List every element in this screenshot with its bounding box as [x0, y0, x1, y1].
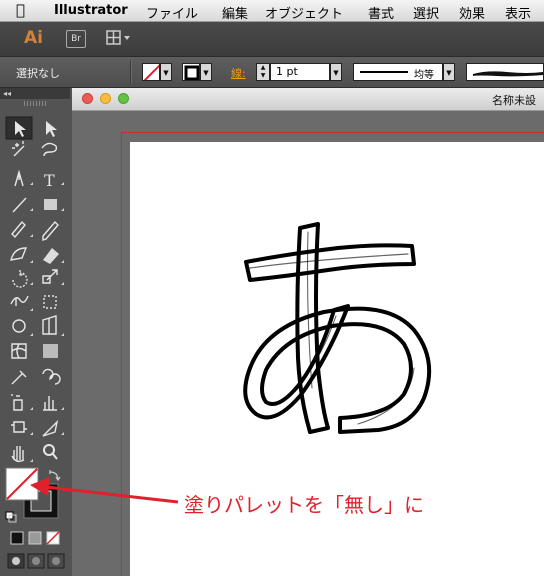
- menu-type[interactable]: 書式: [368, 3, 394, 22]
- annotation-text: 塗りパレットを「無し」に: [184, 493, 424, 517]
- default-fill-stroke-icon[interactable]: [5, 511, 17, 523]
- menu-file[interactable]: ファイル: [146, 3, 198, 22]
- stroke-dropdown-icon[interactable]: ▼: [200, 63, 212, 81]
- pencil-tool-icon[interactable]: [42, 220, 59, 241]
- slice-tool-icon[interactable]: [42, 419, 59, 437]
- menu-view[interactable]: 表示: [505, 3, 531, 22]
- zoom-window-icon[interactable]: [118, 93, 129, 104]
- shape-builder-tool-icon[interactable]: [12, 319, 26, 333]
- fill-stroke-control[interactable]: [5, 467, 59, 519]
- profile-label: 均等: [414, 70, 434, 81]
- menu-object[interactable]: オブジェクト: [265, 3, 343, 22]
- stroke-weight-dropdown-icon[interactable]: ▼: [330, 63, 342, 81]
- illustrator-logo: Ai: [24, 28, 43, 48]
- fill-dropdown-icon[interactable]: ▼: [160, 63, 172, 81]
- swap-fill-stroke-icon[interactable]: [49, 470, 61, 482]
- stroke-weight-stepper-icon[interactable]: ▲ ▼: [256, 63, 270, 81]
- bridge-button[interactable]: Br: [66, 30, 86, 48]
- profile-dropdown-icon[interactable]: ▼: [443, 63, 455, 81]
- paintbrush-tool-icon[interactable]: [11, 220, 26, 239]
- blob-brush-tool-icon[interactable]: [10, 247, 28, 261]
- minimize-window-icon[interactable]: [100, 93, 111, 104]
- stroke-swatch[interactable]: [182, 63, 200, 81]
- apple-menu-icon[interactable]: : [16, 1, 25, 19]
- column-graph-tool-icon[interactable]: [43, 396, 57, 411]
- type-tool-icon[interactable]: T: [44, 171, 55, 190]
- document-titlebar: 名称未設: [72, 88, 544, 111]
- blend-tool-icon[interactable]: [42, 368, 61, 385]
- menu-select[interactable]: 選択: [413, 3, 439, 22]
- rectangle-tool-icon[interactable]: [44, 199, 57, 210]
- perspective-grid-tool-icon[interactable]: [42, 315, 57, 335]
- profile-line-preview: [360, 71, 408, 73]
- pen-tool-icon[interactable]: [14, 169, 24, 187]
- lasso-tool-icon[interactable]: [41, 142, 58, 157]
- mesh-tool-icon[interactable]: [11, 343, 27, 359]
- artboard-bleed-line: [121, 132, 122, 576]
- control-bar: 選択なし ▼ ▼ 線: ▲ ▼ 1 pt ▼ 均等 ▼: [0, 57, 544, 88]
- zoom-tool-icon[interactable]: [43, 444, 58, 460]
- close-window-icon[interactable]: [82, 93, 93, 104]
- menu-edit[interactable]: 編集: [222, 3, 248, 22]
- variable-width-profile[interactable]: 均等: [353, 63, 443, 81]
- artboard-bleed-line: [121, 132, 544, 133]
- stroke-label[interactable]: 線:: [231, 65, 246, 81]
- menu-app-name[interactable]: Illustrator: [54, 3, 128, 18]
- menu-bar:  Illustrator ファイル 編集 オブジェクト 書式 選択 効果 表示: [0, 0, 544, 22]
- line-tool-icon[interactable]: [12, 197, 27, 213]
- artboard-tool-icon[interactable]: [11, 421, 27, 433]
- selection-status: 選択なし: [16, 67, 60, 80]
- scale-tool-icon[interactable]: [42, 269, 58, 284]
- gradient-mode-icon[interactable]: [28, 531, 42, 545]
- color-mode-icon[interactable]: [10, 531, 24, 545]
- magic-wand-tool-icon[interactable]: [12, 141, 25, 157]
- direct-selection-tool-icon[interactable]: [46, 121, 57, 137]
- hand-tool-icon[interactable]: [11, 446, 25, 463]
- fill-swatch[interactable]: [142, 63, 160, 81]
- divider: [130, 61, 132, 83]
- rotate-tool-icon[interactable]: [12, 270, 28, 288]
- application-bar: Ai Br: [0, 22, 544, 57]
- width-tool-icon[interactable]: [10, 295, 29, 306]
- document-title: 名称未設: [492, 94, 536, 107]
- stroke-weight-field[interactable]: 1 pt: [270, 63, 330, 81]
- symbol-sprayer-tool-icon[interactable]: [11, 394, 23, 411]
- glyph-artwork[interactable]: [228, 218, 448, 443]
- none-mode-icon[interactable]: [46, 531, 60, 545]
- free-transform-tool-icon[interactable]: [43, 295, 57, 309]
- tools-panel: ◂◂ T: [0, 88, 70, 576]
- arrange-documents-icon[interactable]: [106, 30, 132, 46]
- menu-effect[interactable]: 効果: [459, 3, 485, 22]
- eraser-tool-icon[interactable]: [43, 248, 59, 264]
- eyedropper-tool-icon[interactable]: [11, 370, 27, 385]
- brush-definition[interactable]: [466, 63, 544, 81]
- gradient-tool-icon[interactable]: [43, 344, 58, 358]
